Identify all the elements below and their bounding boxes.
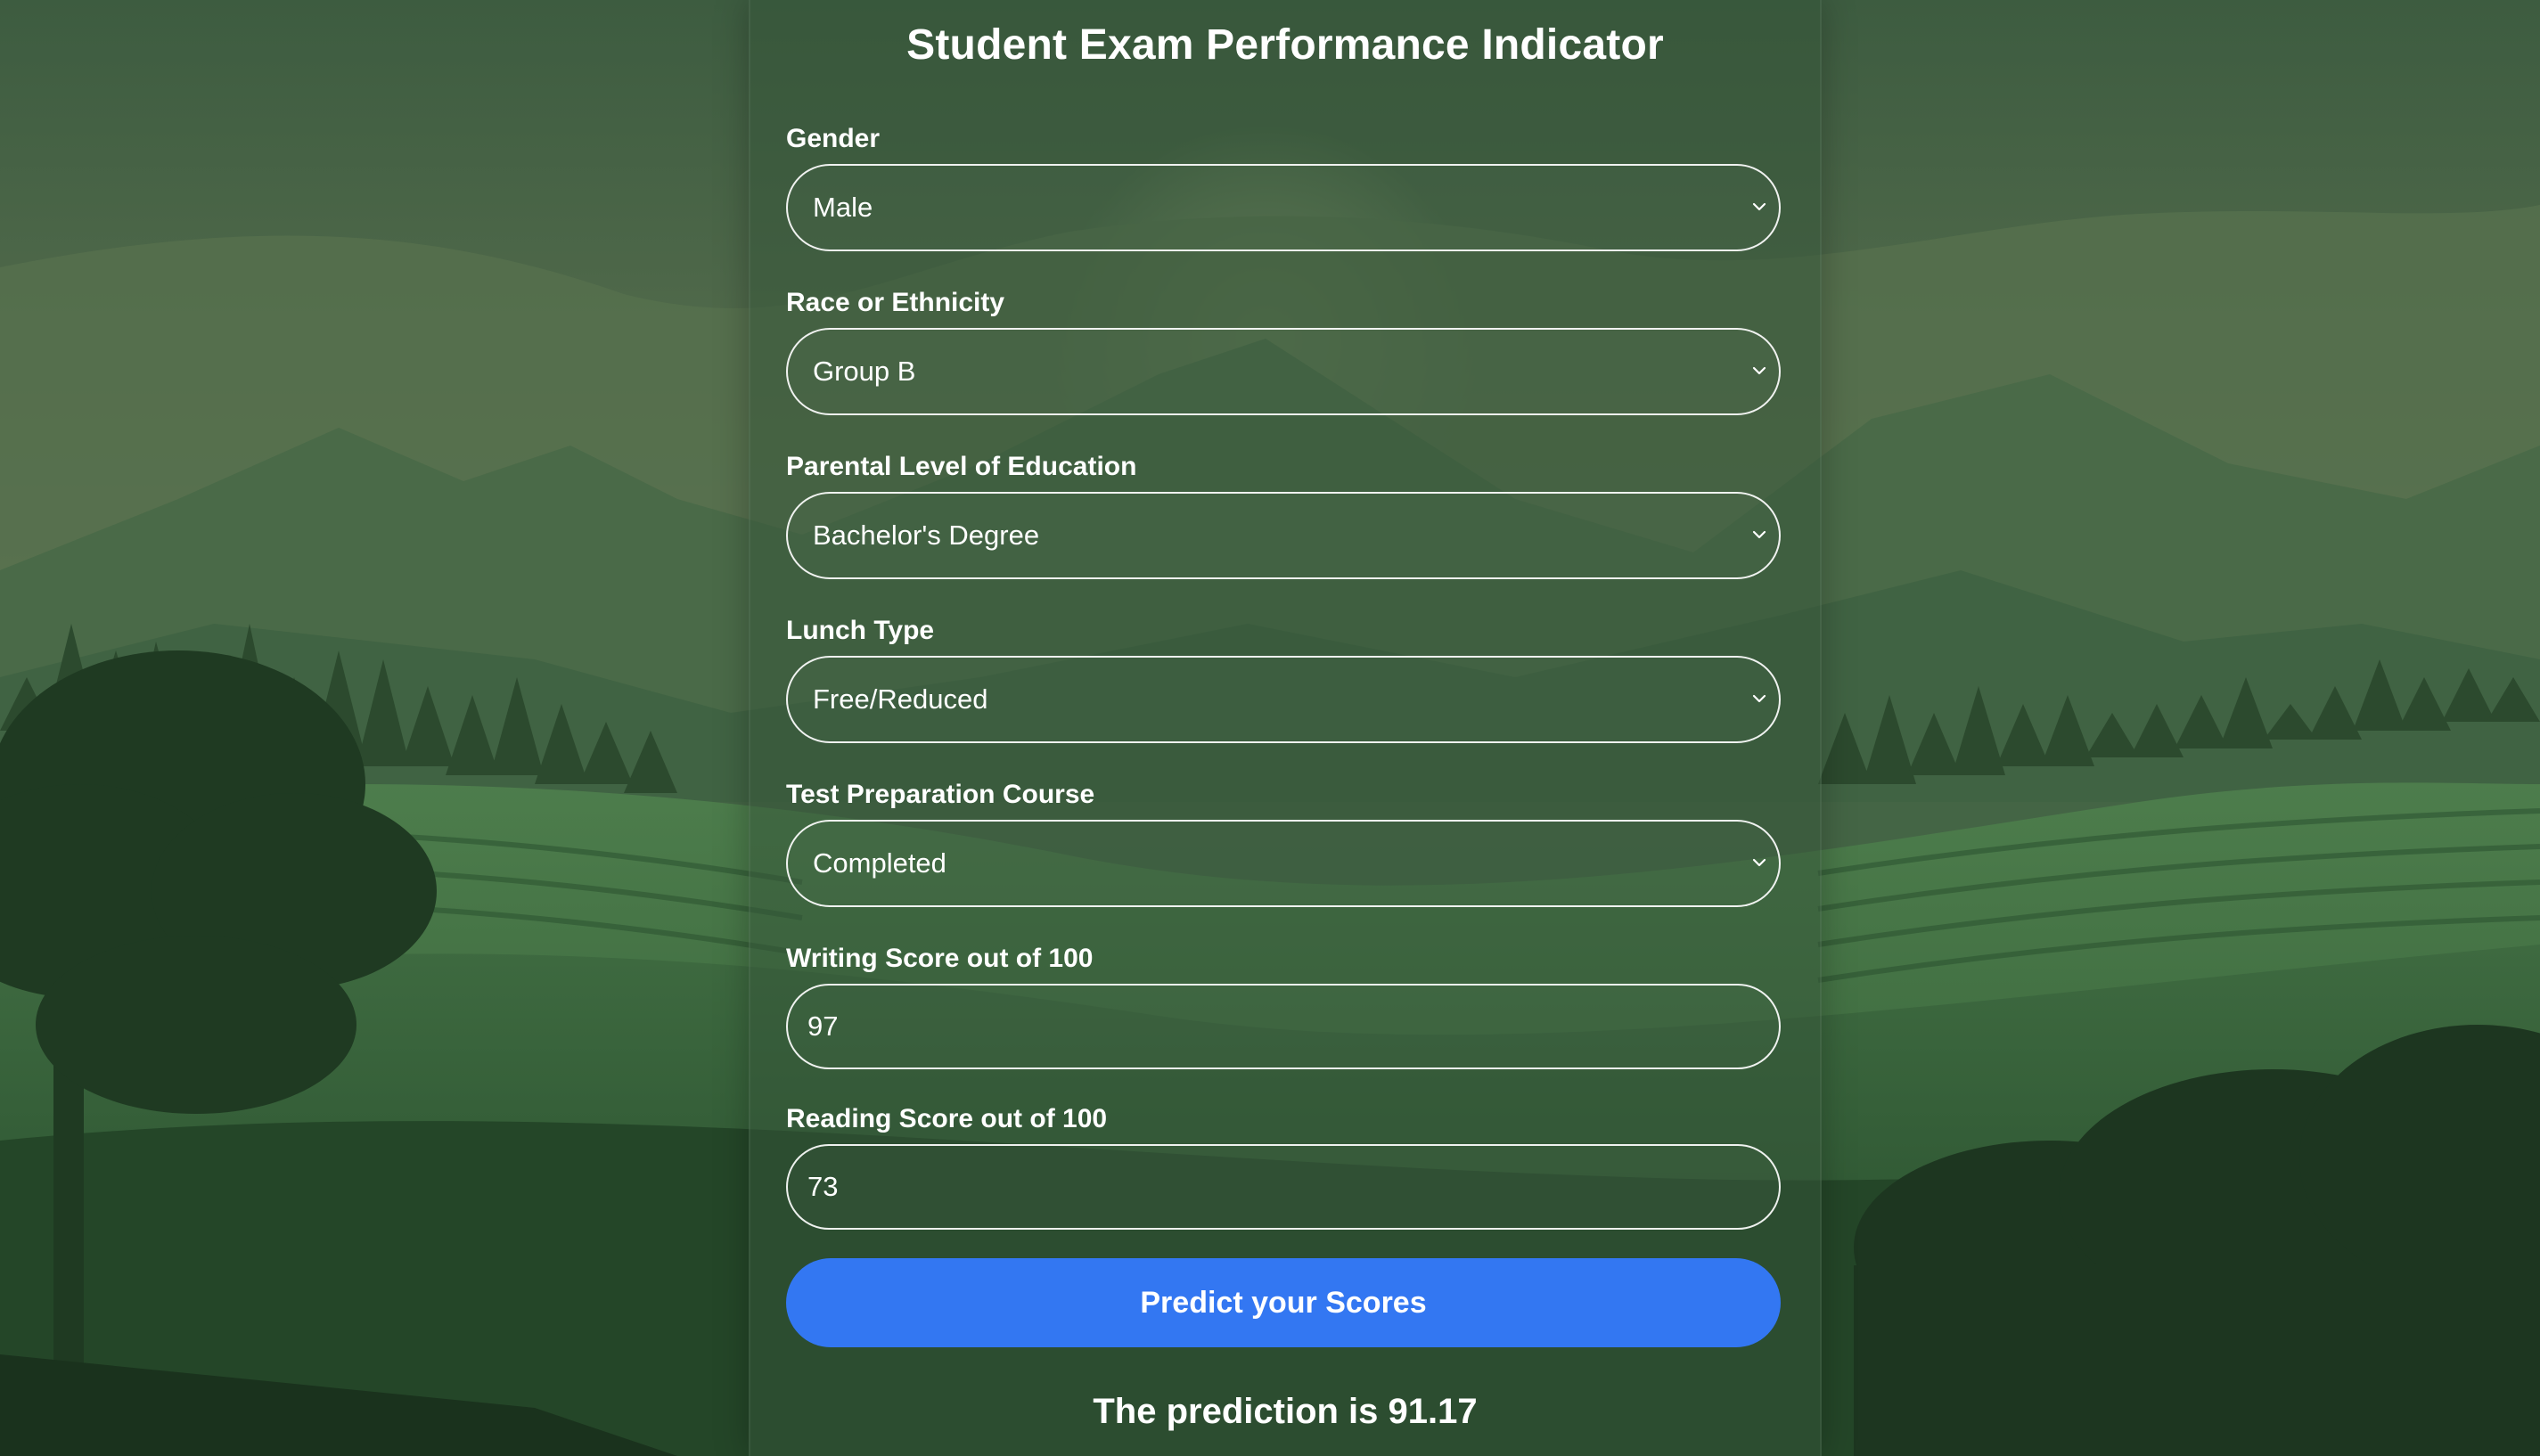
race-label: Race or Ethnicity [786,288,1005,317]
race-select[interactable]: Group B [786,328,1781,415]
reading-score-value: 73 [807,1171,839,1202]
lunch-select-value: Free/Reduced [813,683,988,715]
form-panel: Student Exam Performance Indicator Gende… [749,0,1822,1456]
test-prep-select-value: Completed [813,847,946,879]
chevron-down-icon [1752,694,1766,703]
chevron-down-icon [1752,858,1766,867]
reading-score-label: Reading Score out of 100 [786,1104,1108,1133]
lunch-select[interactable]: Free/Reduced [786,656,1781,743]
prediction-result: The prediction is 91.17 [1093,1392,1478,1431]
chevron-down-icon [1752,202,1766,211]
reading-score-input[interactable]: 73 [786,1144,1781,1230]
test-prep-select[interactable]: Completed [786,820,1781,907]
writing-score-label: Writing Score out of 100 [786,944,1094,973]
gender-select-value: Male [813,192,873,223]
test-prep-label: Test Preparation Course [786,780,1095,809]
chevron-down-icon [1752,530,1766,539]
parental-education-select[interactable]: Bachelor's Degree [786,492,1781,579]
writing-score-value: 97 [807,1010,839,1042]
gender-label: Gender [786,124,881,153]
parental-education-select-value: Bachelor's Degree [813,519,1040,551]
predict-button[interactable]: Predict your Scores [786,1258,1781,1347]
race-select-value: Group B [813,356,916,387]
gender-select[interactable]: Male [786,164,1781,251]
writing-score-input[interactable]: 97 [786,984,1781,1069]
parental-education-label: Parental Level of Education [786,452,1137,481]
lunch-label: Lunch Type [786,616,935,645]
chevron-down-icon [1752,366,1766,375]
page-title: Student Exam Performance Indicator [906,21,1664,69]
